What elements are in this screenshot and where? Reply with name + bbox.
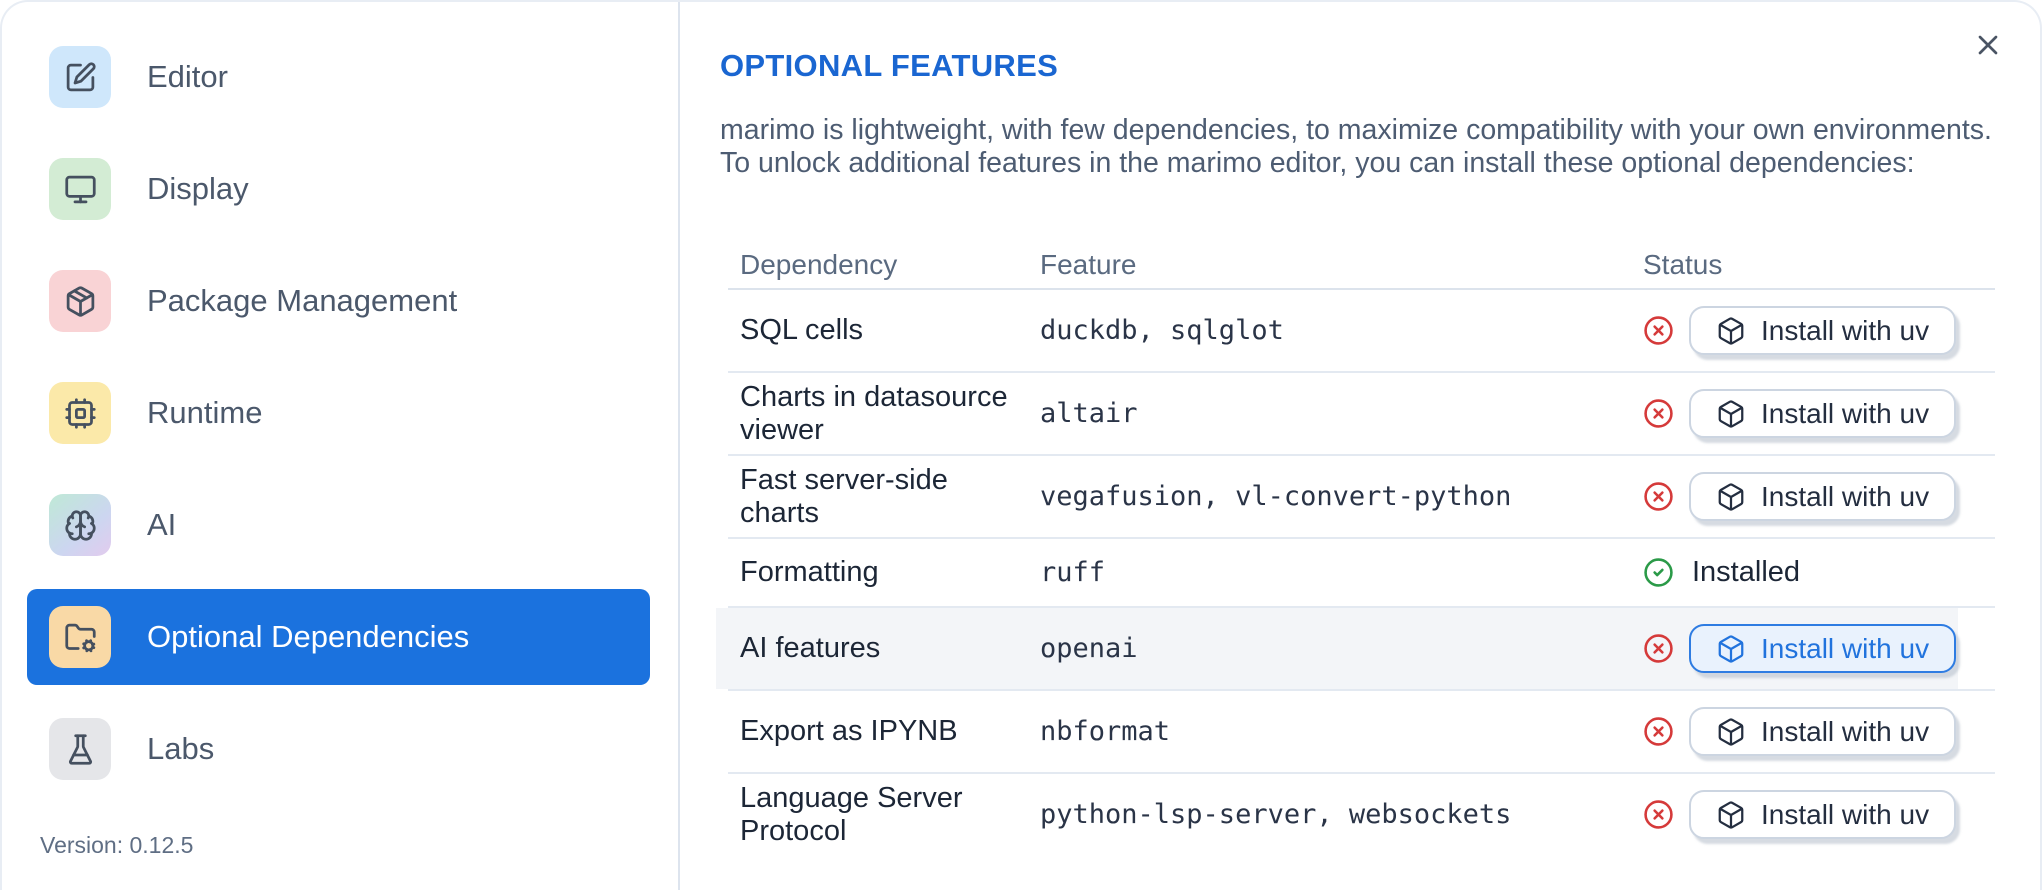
description: marimo is lightweight, with few dependen… [720, 114, 2004, 180]
table-header-row: Dependency Feature Status [728, 242, 1995, 290]
feature-cell: nbformat [1040, 716, 1171, 747]
feature-cell: altair [1040, 398, 1138, 429]
feature-cell: openai [1040, 633, 1138, 664]
flask-icon [49, 718, 111, 780]
sidebar-item-label: AI [147, 507, 177, 542]
status-cell: Install with uv [1631, 306, 1995, 355]
sidebar-item-runtime[interactable]: Runtime [27, 365, 650, 461]
sidebar-item-label: Optional Dependencies [147, 619, 470, 654]
table-row-charts-in-datasource-viewer: Charts in datasource viewer altair Insta… [728, 373, 1995, 456]
x-icon [1972, 35, 2004, 64]
status-cell: Installed [1631, 556, 1995, 589]
settings-sidebar: Editor Display Package Management Runtim… [2, 2, 680, 890]
close-dialog-button[interactable] [1970, 28, 2006, 64]
table-row-ai-features: AI features openai Install with uv [716, 608, 1995, 691]
optional-features-panel: OPTIONAL FEATURES marimo is lightweight,… [680, 2, 2040, 890]
install-with-uv-button-language-server-protocol[interactable]: Install with uv [1689, 790, 1957, 839]
install-with-uv-button-fast-server-side-charts[interactable]: Install with uv [1689, 472, 1957, 521]
box-icon [1716, 482, 1746, 512]
sidebar-item-label: Labs [147, 731, 215, 766]
cpu-icon [49, 382, 111, 444]
feature-cell: duckdb, sqlglot [1040, 315, 1284, 346]
status-cell: Install with uv [1631, 472, 1995, 521]
dependency-cell: AI features [740, 632, 881, 664]
sidebar-item-label: Runtime [147, 395, 263, 430]
status-cell: Install with uv [1631, 389, 1995, 438]
sidebar-item-list: Editor Display Package Management Runtim… [2, 29, 678, 797]
dependency-cell: Language Server Protocol [740, 781, 963, 847]
box-icon [1716, 399, 1746, 429]
install-with-uv-button-charts-in-datasource-viewer[interactable]: Install with uv [1689, 389, 1957, 438]
circle-x-icon [1643, 799, 1674, 830]
install-with-uv-button-ai-features[interactable]: Install with uv [1689, 624, 1957, 673]
feature-cell: ruff [1040, 557, 1106, 588]
install-with-uv-button-export-as-ipynb[interactable]: Install with uv [1689, 707, 1957, 756]
status-cell: Install with uv [1631, 624, 1995, 673]
sidebar-item-label: Package Management [147, 283, 458, 318]
dependency-cell: Export as IPYNB [740, 715, 958, 747]
table-row-export-as-ipynb: Export as IPYNB nbformat Install with uv [728, 691, 1995, 774]
install-with-uv-button-sql-cells[interactable]: Install with uv [1689, 306, 1957, 355]
dependency-cell: SQL cells [740, 314, 864, 346]
box-icon [1716, 717, 1746, 747]
table-row-fast-server-side-charts: Fast server-side charts vegafusion, vl-c… [728, 456, 1995, 539]
sidebar-item-display[interactable]: Display [27, 141, 650, 237]
page-title: OPTIONAL FEATURES [720, 48, 1059, 83]
sidebar-item-label: Display [147, 171, 249, 206]
box-icon [1716, 634, 1746, 664]
box-icon [1716, 316, 1746, 346]
circle-x-icon [1643, 398, 1674, 429]
square-pen-icon [49, 46, 111, 108]
installed-label: Installed [1692, 556, 1801, 588]
circle-x-icon [1643, 633, 1674, 664]
folder-cog-icon [49, 606, 111, 668]
sidebar-item-label: Editor [147, 59, 228, 94]
monitor-icon [49, 158, 111, 220]
table-body: SQL cells duckdb, sqlglot Install with u… [716, 290, 1995, 855]
settings-dialog: Editor Display Package Management Runtim… [0, 0, 2042, 890]
package-icon [49, 270, 111, 332]
brain-icon [49, 494, 111, 556]
sidebar-item-labs[interactable]: Labs [27, 701, 650, 797]
dependencies-table: Dependency Feature Status SQL cells duck… [716, 242, 1995, 855]
feature-cell: vegafusion, vl-convert-python [1040, 481, 1512, 512]
table-row-sql-cells: SQL cells duckdb, sqlglot Install with u… [728, 290, 1995, 373]
header-status: Status [1643, 249, 1723, 280]
description-line-2: To unlock additional features in the mar… [720, 147, 1915, 179]
circle-check-icon [1643, 557, 1674, 588]
circle-x-icon [1643, 716, 1674, 747]
sidebar-item-editor[interactable]: Editor [27, 29, 650, 125]
sidebar-item-ai[interactable]: AI [27, 477, 650, 573]
dependency-cell: Formatting [740, 556, 879, 588]
circle-x-icon [1643, 315, 1674, 346]
dependency-cell: Charts in datasource viewer [740, 380, 1008, 446]
header-dependency: Dependency [740, 249, 898, 280]
status-cell: Install with uv [1631, 707, 1995, 756]
table-row-formatting: Formatting ruff Installed [728, 539, 1995, 608]
box-icon [1716, 800, 1746, 830]
dependency-cell: Fast server-side charts [740, 463, 948, 529]
version-label: Version: 0.12.5 [40, 832, 194, 858]
header-feature: Feature [1040, 249, 1137, 280]
description-line-1: marimo is lightweight, with few dependen… [720, 114, 1992, 146]
circle-x-icon [1643, 481, 1674, 512]
sidebar-item-optional-dependencies[interactable]: Optional Dependencies [27, 589, 650, 685]
table-row-language-server-protocol: Language Server Protocol python-lsp-serv… [728, 774, 1995, 855]
feature-cell: python-lsp-server, websockets [1040, 799, 1512, 830]
status-cell: Install with uv [1631, 790, 1995, 839]
sidebar-item-package-management[interactable]: Package Management [27, 253, 650, 349]
